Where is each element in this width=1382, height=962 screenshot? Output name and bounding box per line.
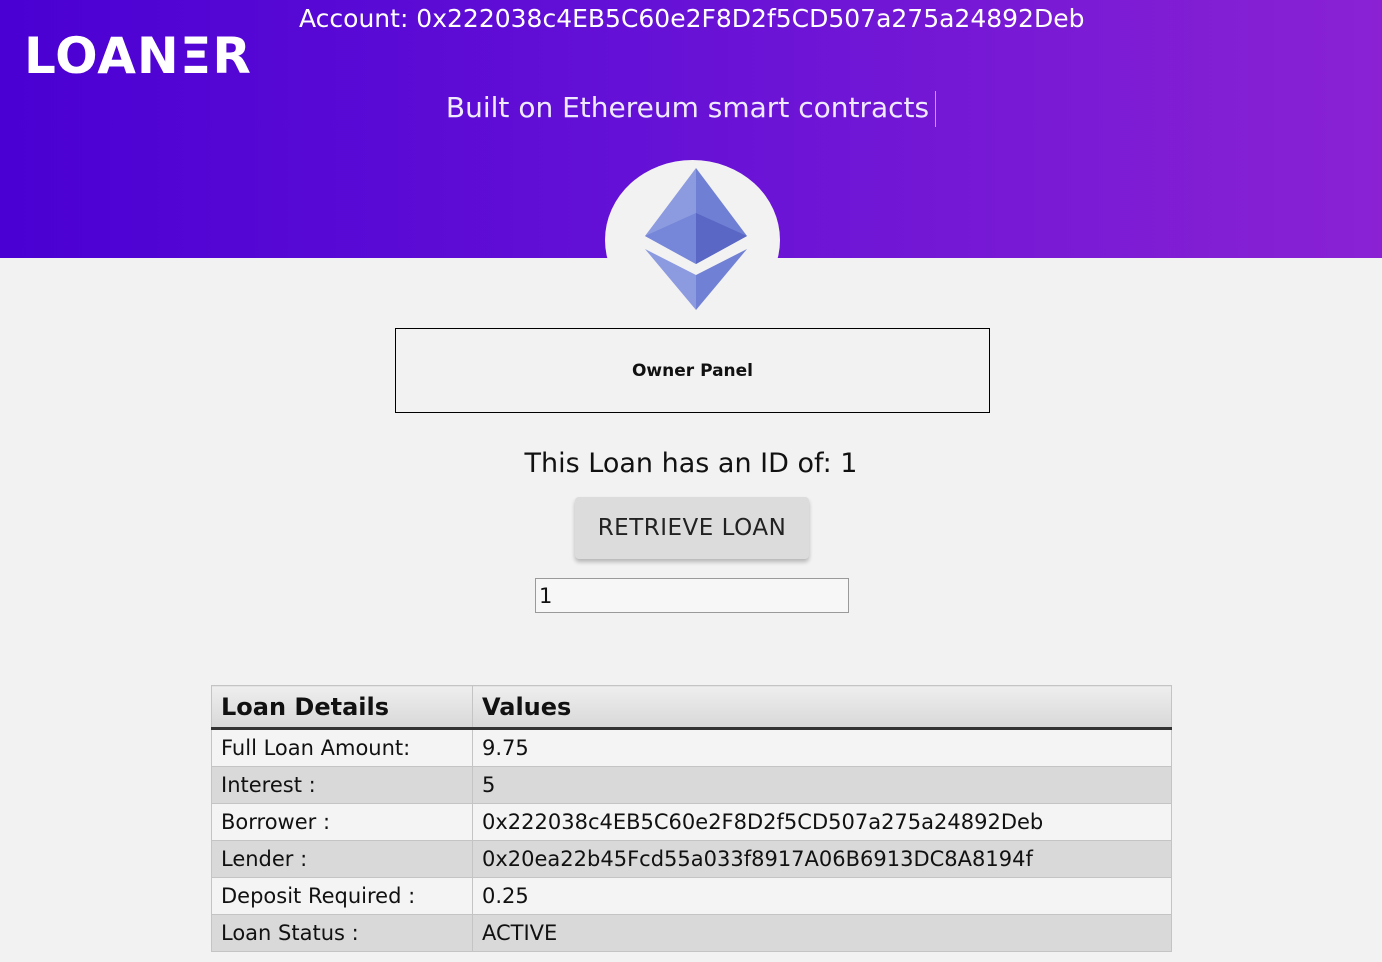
row-value: 0x222038c4EB5C60e2F8D2f5CD507a275a24892D…	[472, 803, 1172, 841]
tagline-text: Built on Ethereum smart contracts	[445, 91, 930, 124]
row-label: Borrower :	[211, 803, 473, 841]
loan-id-text: This Loan has an ID of: 1	[524, 448, 858, 479]
typing-caret	[935, 91, 937, 127]
row-label: Full Loan Amount:	[211, 728, 473, 767]
loan-details-table: Loan Details Values Full Loan Amount: 9.…	[211, 685, 1172, 952]
table-header-row: Loan Details Values	[211, 685, 1172, 730]
retrieve-loan-button[interactable]: RETRIEVE LOAN	[575, 497, 809, 559]
table-row: Deposit Required : 0.25	[211, 877, 1172, 915]
table-row: Loan Status : ACTIVE	[211, 914, 1172, 952]
table-row: Borrower : 0x222038c4EB5C60e2F8D2f5CD507…	[211, 803, 1172, 841]
owner-panel-label: Owner Panel	[631, 360, 754, 381]
row-value: 0.25	[472, 877, 1172, 915]
row-value: 0x20ea22b45Fcd55a033f8917A06B6913DC8A819…	[472, 840, 1172, 878]
row-label: Loan Status :	[211, 914, 473, 952]
owner-panel-button[interactable]: Owner Panel	[395, 328, 990, 413]
row-label: Lender :	[211, 840, 473, 878]
loan-id-input[interactable]	[535, 578, 849, 613]
table-row: Lender : 0x20ea22b45Fcd55a033f8917A06B69…	[211, 840, 1172, 878]
row-value: ACTIVE	[472, 914, 1172, 952]
tagline: Built on Ethereum smart contracts	[0, 90, 1382, 127]
table-row: Interest : 5	[211, 766, 1172, 804]
column-header-values: Values	[472, 685, 1172, 730]
app-logo[interactable]: LOANΞR	[24, 26, 252, 86]
row-value: 5	[472, 766, 1172, 804]
ethereum-logo-icon	[645, 168, 747, 310]
table-row: Full Loan Amount: 9.75	[211, 728, 1172, 767]
row-value: 9.75	[472, 728, 1172, 767]
row-label: Deposit Required :	[211, 877, 473, 915]
account-address: Account: 0x222038c4EB5C60e2F8D2f5CD507a2…	[299, 4, 1085, 33]
row-label: Interest :	[211, 766, 473, 804]
column-header-loan-details: Loan Details	[211, 685, 473, 730]
